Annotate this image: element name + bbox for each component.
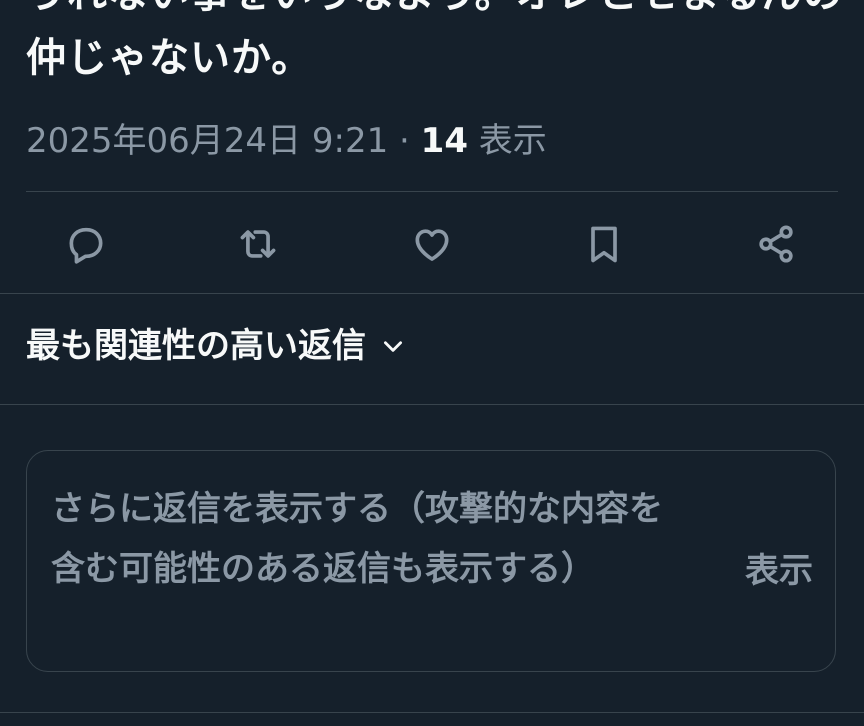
reply-button[interactable]	[60, 218, 112, 270]
tweet-action-bar	[0, 200, 864, 288]
retweet-icon	[240, 230, 276, 258]
show-more-replies-button[interactable]: 表示	[745, 541, 813, 601]
meta-separator: ·	[388, 121, 421, 161]
retweet-button[interactable]	[232, 218, 284, 270]
sort-divider	[0, 404, 864, 405]
bottom-divider	[0, 712, 864, 713]
chevron-down-icon	[384, 341, 402, 352]
tweet-text: うれない事をいうなよう。オレとセまるんの仲じゃないか。	[26, 0, 843, 81]
views-count: 14	[420, 121, 468, 161]
reply-icon	[69, 227, 103, 264]
tweet-meta: 2025年06月24日 9:21 · 14 表示	[26, 118, 547, 164]
heart-icon	[415, 229, 449, 261]
share-button[interactable]	[750, 218, 802, 270]
reply-sort-dropdown[interactable]: 最も関連性の高い返信	[26, 322, 406, 370]
tweet-detail-page: うれない事をいうなよう。オレとセまるんの仲じゃないか。 2025年06月24日 …	[0, 0, 864, 726]
share-icon	[759, 225, 793, 263]
like-button[interactable]	[406, 218, 458, 270]
bookmark-icon	[591, 226, 617, 263]
bookmark-button[interactable]	[578, 218, 630, 270]
views-label: 表示	[467, 121, 547, 161]
more-replies-box: さらに返信を表示する（攻撃的な内容を含む可能性のある返信も表示する） 表示	[26, 450, 836, 672]
reply-sort-label: 最も関連性の高い返信	[26, 326, 366, 366]
actions-divider	[0, 293, 864, 294]
tweet-timestamp[interactable]: 2025年06月24日 9:21	[26, 121, 388, 161]
meta-divider	[26, 191, 838, 192]
more-replies-text: さらに返信を表示する（攻撃的な内容を含む可能性のある返信も表示する）	[51, 489, 663, 589]
